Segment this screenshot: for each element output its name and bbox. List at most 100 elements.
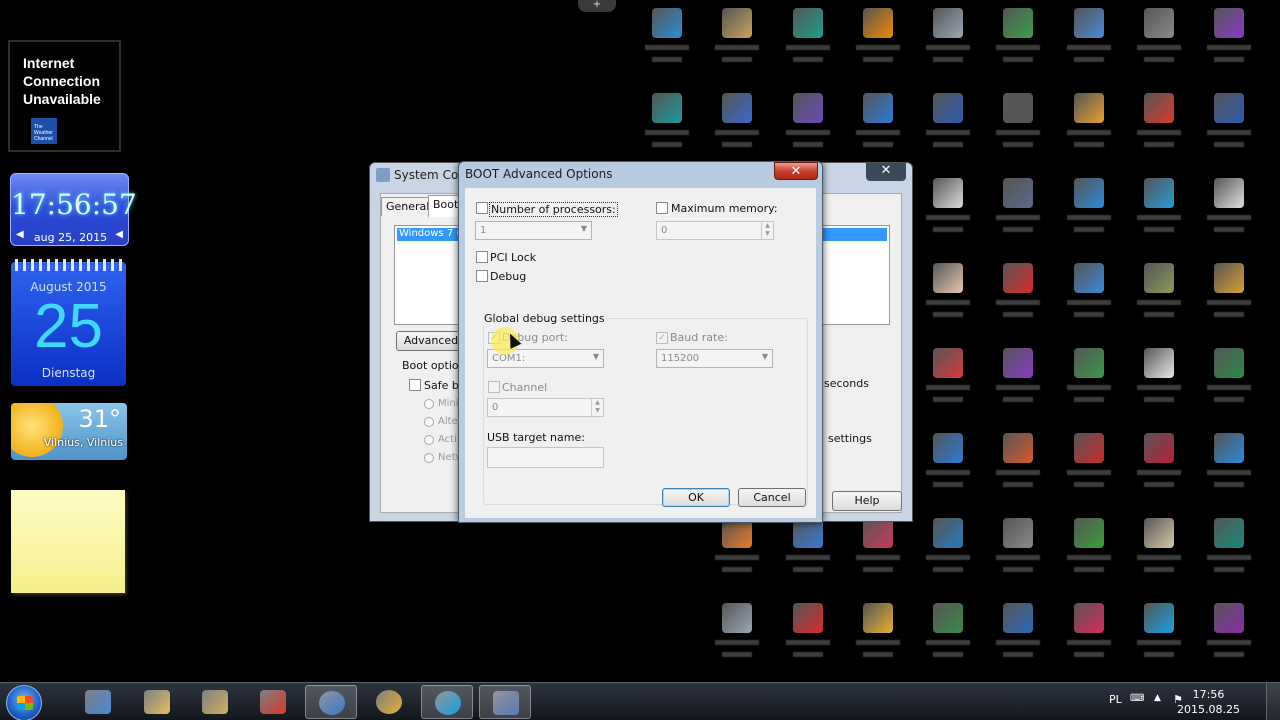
start-button[interactable] <box>6 685 42 720</box>
desktop-shortcut[interactable] <box>1059 518 1119 588</box>
desktop-shortcut[interactable] <box>1059 93 1119 163</box>
desktop-shortcut[interactable] <box>1199 518 1259 588</box>
keyboard-icon[interactable]: ⌨ <box>1130 693 1144 704</box>
chevron-up-icon[interactable]: ▲ <box>1154 693 1161 703</box>
desktop-shortcut[interactable] <box>1059 348 1119 418</box>
number-of-processors-checkbox[interactable] <box>476 202 488 214</box>
spinner-arrows-icon[interactable]: ▲ ▼ <box>761 222 773 239</box>
desktop-shortcut[interactable] <box>707 8 767 78</box>
desktop-shortcut[interactable] <box>848 518 908 588</box>
desktop-shortcut[interactable] <box>848 603 908 673</box>
desktop-shortcut[interactable] <box>707 93 767 163</box>
processors-dropdown[interactable]: 1 ▼ <box>475 221 592 240</box>
desktop-shortcut[interactable] <box>1129 603 1189 673</box>
desktop-shortcut[interactable] <box>778 603 838 673</box>
desktop-shortcut[interactable] <box>988 8 1048 78</box>
top-pull-tab[interactable]: + <box>578 0 616 12</box>
taskbar-clock[interactable]: 17:56 2015.08.25 <box>1177 687 1240 717</box>
desktop-shortcut[interactable] <box>1199 348 1259 418</box>
maximum-memory-field[interactable]: 0 ▲ ▼ <box>656 221 774 240</box>
desktop-shortcut[interactable] <box>778 8 838 78</box>
desktop-shortcut[interactable] <box>918 433 978 503</box>
desktop-shortcut[interactable] <box>1129 263 1189 333</box>
desktop-shortcut[interactable] <box>918 603 978 673</box>
desktop-shortcut[interactable] <box>918 518 978 588</box>
calendar-gadget[interactable]: August 2015 25 Dienstag <box>11 259 126 386</box>
desktop-shortcut[interactable] <box>707 518 767 588</box>
tab-general[interactable]: General <box>381 197 435 216</box>
taskbar-button[interactable] <box>72 685 124 719</box>
safe-boot-checkbox[interactable] <box>409 379 421 391</box>
language-indicator[interactable]: PL <box>1109 693 1122 706</box>
desktop-shortcut[interactable] <box>1059 433 1119 503</box>
chevron-right-icon[interactable]: ◀ <box>115 229 123 240</box>
desktop-shortcut[interactable] <box>1059 8 1119 78</box>
radio-network[interactable] <box>424 453 434 463</box>
spinner-arrows-icon[interactable]: ▲ ▼ <box>591 399 603 416</box>
taskbar-button[interactable] <box>479 685 531 719</box>
radio-alternate[interactable] <box>424 417 434 427</box>
desktop-shortcut[interactable] <box>988 603 1048 673</box>
cancel-button[interactable]: Cancel <box>738 488 806 507</box>
pci-lock-checkbox[interactable] <box>476 251 488 263</box>
desktop-shortcut[interactable] <box>1129 93 1189 163</box>
ok-button[interactable]: OK <box>662 488 730 507</box>
desktop-shortcut[interactable] <box>1059 178 1119 248</box>
taskbar-button[interactable] <box>305 685 357 719</box>
close-button[interactable]: ✕ <box>774 162 818 180</box>
taskbar-button[interactable] <box>363 685 415 719</box>
desktop-shortcut[interactable] <box>918 263 978 333</box>
desktop-shortcut[interactable] <box>988 518 1048 588</box>
sticky-note[interactable] <box>11 490 125 593</box>
taskbar-button[interactable] <box>189 685 241 719</box>
desktop-shortcut[interactable] <box>988 93 1048 163</box>
desktop-shortcut[interactable] <box>918 178 978 248</box>
desktop-shortcut[interactable] <box>1199 8 1259 78</box>
desktop-shortcut[interactable] <box>1199 93 1259 163</box>
baud-rate-dropdown[interactable]: 115200 ▼ <box>656 349 773 368</box>
desktop-shortcut[interactable] <box>778 518 838 588</box>
desktop-shortcut[interactable] <box>1129 8 1189 78</box>
help-button[interactable]: Help <box>832 491 902 511</box>
desktop-shortcut[interactable] <box>1199 178 1259 248</box>
desktop-shortcut[interactable] <box>637 93 697 163</box>
desktop-shortcut[interactable] <box>1199 603 1259 673</box>
desktop-shortcut[interactable] <box>1059 263 1119 333</box>
desktop-shortcut[interactable] <box>1129 433 1189 503</box>
taskbar-button[interactable] <box>131 685 183 719</box>
taskbar-button[interactable] <box>421 685 473 719</box>
channel-checkbox[interactable] <box>488 381 500 393</box>
desktop-shortcut[interactable] <box>918 348 978 418</box>
desktop-shortcut[interactable] <box>988 178 1048 248</box>
channel-field[interactable]: 0 ▲ ▼ <box>487 398 604 417</box>
desktop-shortcut[interactable] <box>1129 518 1189 588</box>
desktop-shortcut[interactable] <box>1129 178 1189 248</box>
weather-gadget-error[interactable]: Internet Connection Unavailable The Weat… <box>8 40 121 152</box>
show-desktop-button[interactable] <box>1266 683 1280 720</box>
weather-gadget[interactable]: 31° Vilnius, Vilnius <box>11 403 127 460</box>
desktop-shortcut[interactable] <box>707 603 767 673</box>
radio-minimal[interactable] <box>424 399 434 409</box>
desktop-shortcut[interactable] <box>1199 433 1259 503</box>
desktop-shortcut[interactable] <box>778 93 838 163</box>
taskbar-button[interactable] <box>247 685 299 719</box>
debug-checkbox[interactable] <box>476 270 488 282</box>
desktop-shortcut[interactable] <box>918 93 978 163</box>
maximum-memory-checkbox[interactable] <box>656 202 668 214</box>
advanced-options-button[interactable]: Advanced <box>396 331 466 351</box>
desktop-shortcut[interactable] <box>988 348 1048 418</box>
close-button[interactable]: ✕ <box>866 163 906 181</box>
desktop-shortcut[interactable] <box>1199 263 1259 333</box>
desktop-shortcut[interactable] <box>848 8 908 78</box>
clock-gadget[interactable]: 17:56:57 ◀ aug 25, 2015 ◀ <box>10 173 137 246</box>
desktop-shortcut[interactable] <box>988 263 1048 333</box>
baud-rate-checkbox[interactable]: ✓ <box>656 332 668 344</box>
desktop-shortcut[interactable] <box>637 8 697 78</box>
desktop-shortcut[interactable] <box>1059 603 1119 673</box>
desktop-shortcut[interactable] <box>1129 348 1189 418</box>
usb-target-field[interactable] <box>487 447 604 468</box>
desktop-shortcut[interactable] <box>918 8 978 78</box>
desktop-shortcut[interactable] <box>848 93 908 163</box>
desktop-shortcut[interactable] <box>988 433 1048 503</box>
radio-active-directory[interactable] <box>424 435 434 445</box>
